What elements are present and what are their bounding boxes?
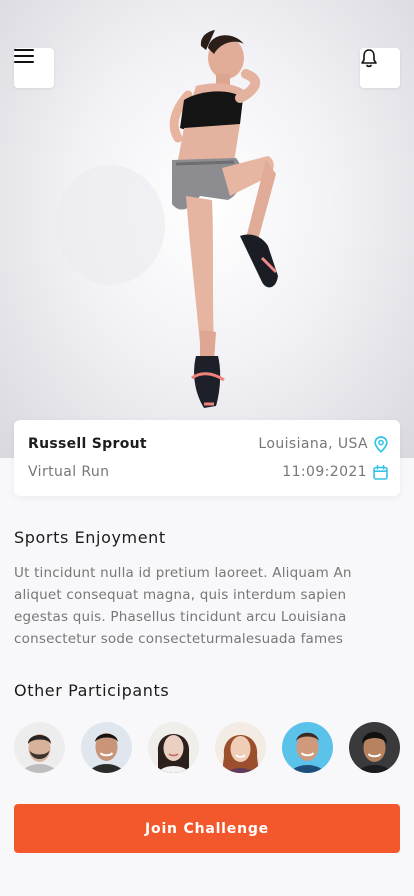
hero-image — [0, 0, 414, 458]
notifications-button[interactable] — [360, 48, 400, 88]
info-row-organizer: Russell Sprout Louisiana, USA — [28, 434, 388, 454]
map-pin-icon — [374, 435, 388, 453]
participant-avatar[interactable] — [148, 722, 199, 773]
event-date: 11:09:2021 — [282, 464, 388, 480]
organizer-name: Russell Sprout — [28, 436, 147, 452]
participant-avatar[interactable] — [349, 722, 400, 773]
calendar-icon — [373, 464, 388, 480]
location-text: Louisiana, USA — [258, 436, 368, 452]
avatar-woman-brunette — [148, 722, 199, 773]
date-text: 11:09:2021 — [282, 464, 367, 480]
avatar-man-dark-hair — [349, 722, 400, 773]
avatar-man-blue-background — [282, 722, 333, 773]
event-type: Virtual Run — [28, 464, 110, 480]
athlete-jumping-illustration — [55, 30, 278, 408]
event-info-card: Russell Sprout Louisiana, USA Virtual Ru… — [14, 420, 400, 496]
participant-avatar[interactable] — [282, 722, 333, 773]
avatar-man-smiling — [81, 722, 132, 773]
about-description: Ut tincidunt nulla id pretium laoreet. A… — [14, 565, 352, 647]
about-title: Sports Enjoyment — [14, 528, 166, 547]
menu-button[interactable] — [14, 48, 54, 88]
participant-avatar[interactable] — [81, 722, 132, 773]
location: Louisiana, USA — [258, 435, 388, 453]
participants-title: Other Participants — [14, 681, 170, 700]
participants-list — [14, 722, 400, 774]
participant-avatar[interactable] — [215, 722, 266, 773]
avatar-man-beard — [14, 722, 65, 773]
info-row-type: Virtual Run 11:09:2021 — [28, 462, 388, 482]
join-challenge-button[interactable]: Join Challenge — [14, 804, 400, 853]
participant-avatar[interactable] — [14, 722, 65, 773]
avatar-woman-redhead — [215, 722, 266, 773]
hamburger-menu-icon — [14, 49, 34, 63]
bell-icon — [361, 49, 377, 68]
